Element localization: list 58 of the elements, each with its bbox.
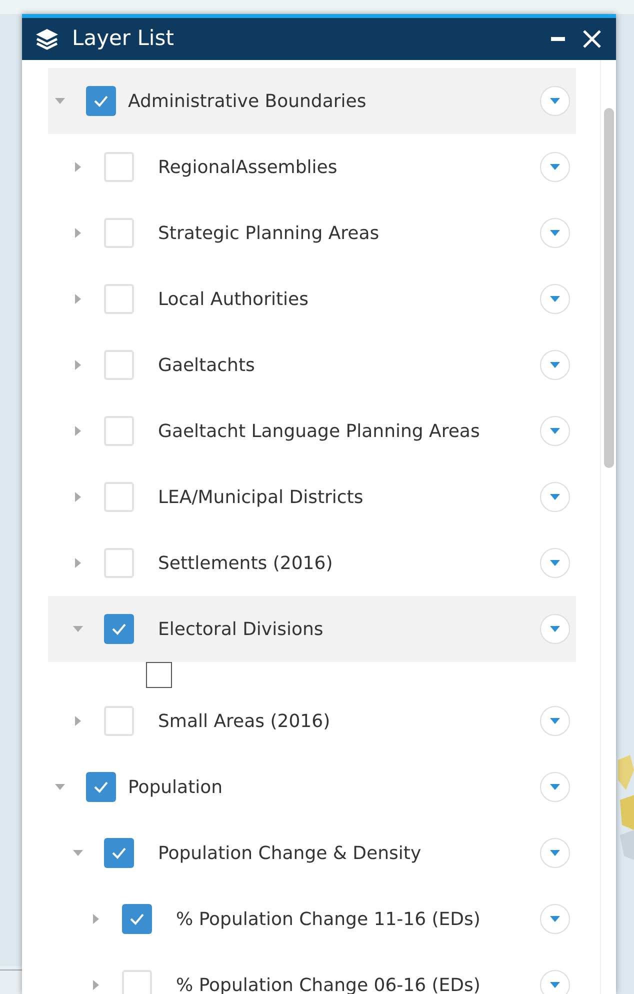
caret-icon xyxy=(550,982,560,988)
layer-row[interactable]: Administrative Boundaries xyxy=(48,68,576,134)
layer-menu-button[interactable] xyxy=(540,482,570,512)
caret-icon xyxy=(550,626,560,632)
caret-icon xyxy=(550,362,560,368)
layer-label: Electoral Divisions xyxy=(158,618,324,642)
caret-icon xyxy=(550,850,560,856)
layer-menu-button[interactable] xyxy=(540,970,570,994)
layer-label: Strategic Planning Areas xyxy=(158,222,380,246)
layer-label: Administrative Boundaries xyxy=(128,90,368,114)
checkbox[interactable] xyxy=(104,614,134,644)
checkbox[interactable] xyxy=(122,904,152,934)
checkbox[interactable] xyxy=(104,838,134,868)
check-icon xyxy=(111,622,127,636)
check-icon xyxy=(129,912,145,926)
layer-menu-button[interactable] xyxy=(540,838,570,868)
layer-menu-button[interactable] xyxy=(540,614,570,644)
check-icon xyxy=(93,94,109,108)
caret-icon xyxy=(550,164,560,170)
layer-label: % Population Change 06-16 (EDs) xyxy=(176,974,482,994)
layer-label: Gaeltacht Language Planning Areas xyxy=(158,420,481,444)
layer-label: Population xyxy=(128,776,224,800)
layers-icon xyxy=(34,27,60,51)
caret-icon xyxy=(550,784,560,790)
caret-icon xyxy=(550,718,560,724)
layer-menu-button[interactable] xyxy=(540,904,570,934)
layer-label: Small Areas (2016) xyxy=(158,710,332,734)
checkbox[interactable] xyxy=(86,86,116,116)
caret-icon xyxy=(550,230,560,236)
layer-label: % Population Change 11-16 (EDs) xyxy=(176,908,482,932)
caret-icon xyxy=(550,296,560,302)
layer-label: Settlements (2016) xyxy=(158,552,334,576)
layer-label: Gaeltachts xyxy=(158,354,256,378)
checkbox[interactable] xyxy=(146,662,172,688)
layer-menu-button[interactable] xyxy=(540,548,570,578)
layer-menu-button[interactable] xyxy=(540,350,570,380)
layer-label: LEA/Municipal Districts xyxy=(158,486,364,510)
layer-menu-button[interactable] xyxy=(540,218,570,248)
caret-icon xyxy=(550,494,560,500)
scrollbar-thumb[interactable] xyxy=(604,108,614,468)
layer-label: Local Authorities xyxy=(158,288,310,312)
layer-label: Population Change & Density xyxy=(158,842,422,866)
layer-menu-button[interactable] xyxy=(540,772,570,802)
check-icon xyxy=(111,846,127,860)
layer-menu-button[interactable] xyxy=(540,152,570,182)
layer-row[interactable]: Electoral Divisions xyxy=(48,596,576,662)
layer-menu-button[interactable] xyxy=(540,284,570,314)
layer-menu-button[interactable] xyxy=(540,86,570,116)
window-title: Layer List xyxy=(72,25,175,52)
layer-menu-button[interactable] xyxy=(540,706,570,736)
caret-icon xyxy=(550,560,560,566)
caret-icon xyxy=(550,98,560,104)
layer-menu-button[interactable] xyxy=(540,416,570,446)
checkbox[interactable] xyxy=(86,772,116,802)
layer-label: RegionalAssemblies xyxy=(158,156,338,180)
caret-icon xyxy=(550,428,560,434)
check-icon xyxy=(93,780,109,794)
caret-icon xyxy=(550,916,560,922)
